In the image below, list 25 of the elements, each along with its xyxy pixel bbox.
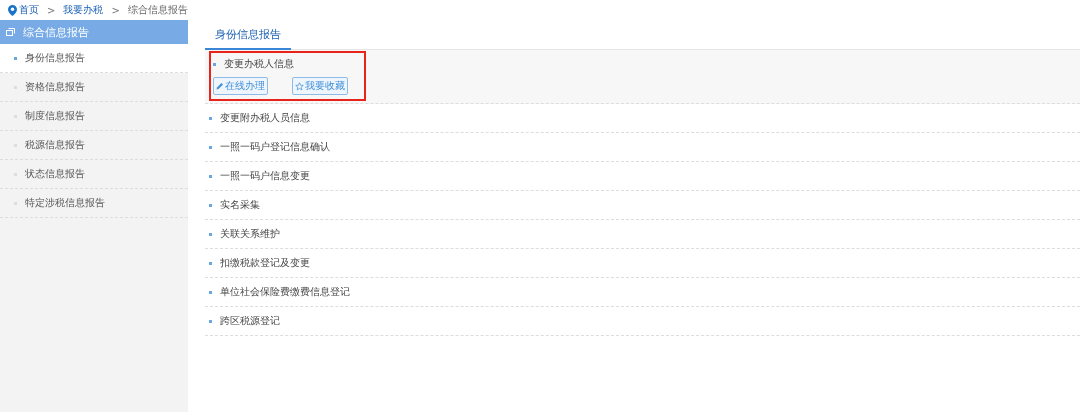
sidebar-item[interactable]: 制度信息报告 (0, 102, 188, 131)
breadcrumb-separator: > (47, 4, 56, 16)
sidebar-title: 综合信息报告 (23, 24, 89, 40)
service-item[interactable]: 一照一码户登记信息确认 (220, 140, 330, 154)
sidebar-item[interactable]: 特定涉税信息报告 (0, 189, 188, 218)
service-item[interactable]: 一照一码户信息变更 (220, 169, 310, 183)
sidebar-item[interactable]: 资格信息报告 (0, 73, 188, 102)
window-icon (6, 28, 15, 36)
service-item[interactable]: 跨区税源登记 (220, 314, 280, 328)
breadcrumb-link[interactable]: 我要办税 (63, 3, 104, 17)
breadcrumb-link[interactable]: 综合信息报告 (127, 3, 188, 17)
service-item[interactable]: 扣缴税款登记及变更 (220, 256, 310, 270)
sidebar-item[interactable]: 身份信息报告 (0, 44, 188, 73)
service-item[interactable]: 关联关系维护 (220, 227, 280, 241)
service-item[interactable]: 变更附办税人员信息 (220, 111, 310, 125)
breadcrumb-separator: > (111, 4, 120, 16)
sidebar-item[interactable]: 状态信息报告 (0, 160, 188, 189)
star-icon (295, 81, 304, 91)
location-pin-icon (8, 4, 17, 16)
sidebar-item[interactable]: 税源信息报告 (0, 131, 188, 160)
service-item[interactable]: 实名采集 (220, 198, 260, 212)
breadcrumb-link[interactable]: 首页 (19, 3, 39, 17)
service-item[interactable]: 变更办税人信息 (224, 57, 294, 71)
service-item[interactable]: 单位社会保险费缴费信息登记 (220, 285, 350, 299)
pencil-icon (216, 82, 224, 90)
